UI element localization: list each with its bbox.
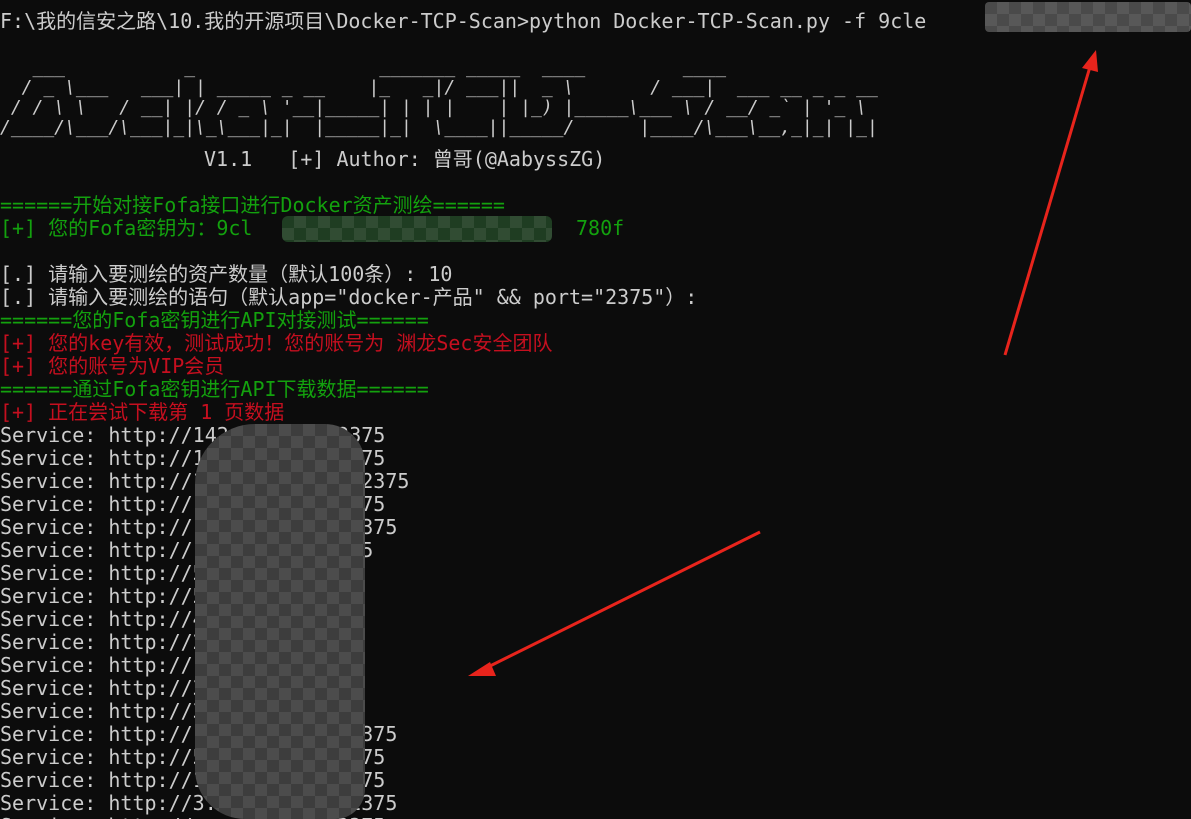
- version-author-line: V1.1 [+] Author: 曾哥(@AabyssZG): [204, 147, 606, 171]
- query-prompt: [.] 请输入要测绘的语句（默认app="docker-产品" && port=…: [0, 285, 698, 309]
- redacted-command-argument: [985, 2, 1191, 32]
- banner-line-4: /____/\___/\___|_|\_\___|_| |_____|_| \_…: [0, 117, 878, 138]
- download-header: ======通过Fofa密钥进行API下载数据======: [0, 377, 429, 401]
- key-valid-message: [+] 您的key有效，测试成功！您的账号为 渊龙Sec安全团队: [0, 331, 553, 355]
- terminal-window[interactable]: F:\我的信安之路\10.我的开源项目\Docker-TCP-Scan>pyth…: [0, 0, 1191, 819]
- asset-count-prompt: [.] 请输入要测绘的资产数量（默认100条）: 10: [0, 262, 453, 286]
- fofa-start-line: ======开始对接Fofa接口进行Docker资产测绘======: [0, 193, 505, 217]
- redacted-ip-addresses: [195, 424, 365, 819]
- redacted-fofa-key: [282, 216, 552, 242]
- fofa-key-tail: 780f: [576, 216, 625, 240]
- banner-line-3: / / \ \ / __| |/ / _ \ '__|_____| | | | …: [0, 97, 867, 118]
- fofa-key-line: [+] 您的Fofa密钥为：9cl: [0, 216, 253, 240]
- vip-message: [+] 您的账号为VIP会员: [0, 354, 225, 378]
- ascii-banner: ___ _ _______ _____ ____ ____ / _ \___ _…: [0, 57, 878, 142]
- api-test-header: ======您的Fofa密钥进行API对接测试======: [0, 308, 429, 332]
- command-line: F:\我的信安之路\10.我的开源项目\Docker-TCP-Scan>pyth…: [0, 9, 927, 33]
- download-page-message: [+] 正在尝试下载第 1 页数据: [0, 400, 285, 424]
- arrow-to-command-icon: [1003, 50, 1098, 356]
- banner-line-2: / _ \___ ___| | _____ _ __ |_ _|/ ___|| …: [0, 77, 878, 98]
- banner-line-1: ___ _ _______ _____ ____ ____: [0, 57, 727, 78]
- arrow-to-services-icon: [468, 530, 761, 676]
